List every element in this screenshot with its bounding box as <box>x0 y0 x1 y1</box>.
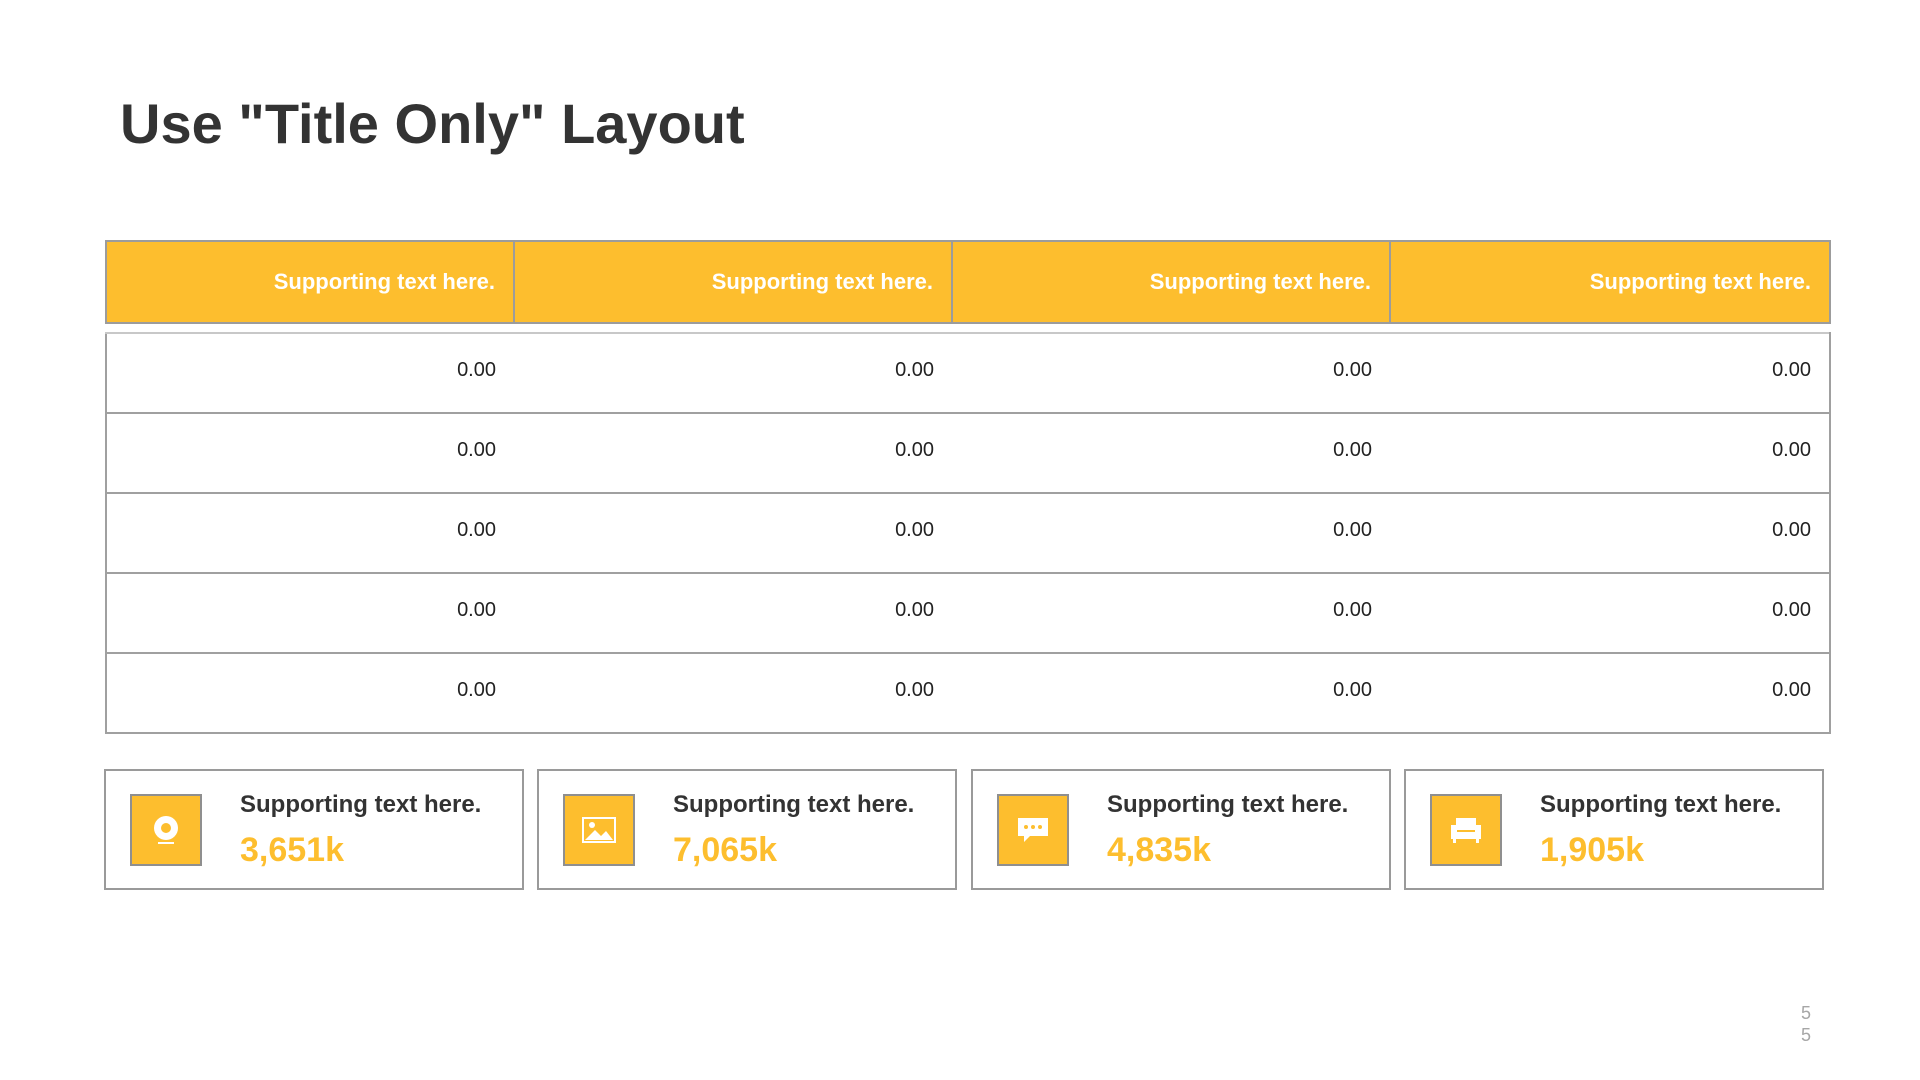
card-label: Supporting text here. <box>240 791 482 818</box>
table-cell: 0.00 <box>105 332 514 414</box>
table-cell: 0.00 <box>1390 412 1831 494</box>
table-row: 0.00 0.00 0.00 0.00 <box>105 332 1831 414</box>
table-cell: 0.00 <box>952 572 1390 654</box>
card-value: 1,905k <box>1540 831 1644 869</box>
table-row: 0.00 0.00 0.00 0.00 <box>105 412 1831 494</box>
table-cell: 0.00 <box>1390 652 1831 734</box>
table-row: 0.00 0.00 0.00 0.00 <box>105 652 1831 734</box>
table-cell: 0.00 <box>952 492 1390 574</box>
stat-cards: Supporting text here. 3,651k Supporting … <box>104 769 1830 890</box>
slide-title: Use "Title Only" Layout <box>120 92 745 155</box>
table-cell: 0.00 <box>514 652 952 734</box>
table-cell: 0.00 <box>105 652 514 734</box>
stat-card: Supporting text here. 3,651k <box>104 769 524 890</box>
image-icon <box>563 794 635 866</box>
stat-card: Supporting text here. 4,835k <box>971 769 1391 890</box>
webcam-icon <box>130 794 202 866</box>
table-row: 0.00 0.00 0.00 0.00 <box>105 492 1831 574</box>
card-label: Supporting text here. <box>1540 791 1782 818</box>
data-table: Supporting text here. Supporting text he… <box>105 240 1831 734</box>
table-cell: 0.00 <box>1390 332 1831 414</box>
table-cell: 0.00 <box>514 572 952 654</box>
stat-card: Supporting text here. 7,065k <box>537 769 957 890</box>
column-header: Supporting text here. <box>513 240 953 324</box>
table-cell: 0.00 <box>514 412 952 494</box>
card-value: 4,835k <box>1107 831 1211 869</box>
table-cell: 0.00 <box>514 492 952 574</box>
table-cell: 0.00 <box>105 572 514 654</box>
table-cell: 0.00 <box>952 652 1390 734</box>
card-label: Supporting text here. <box>1107 791 1349 818</box>
column-header: Supporting text here. <box>105 240 515 324</box>
table-cell: 0.00 <box>105 492 514 574</box>
table-cell: 0.00 <box>1390 572 1831 654</box>
slide: Use "Title Only" Layout Supporting text … <box>0 0 1920 1080</box>
column-header: Supporting text here. <box>951 240 1391 324</box>
table-cell: 0.00 <box>952 412 1390 494</box>
table-cell: 0.00 <box>514 332 952 414</box>
table-header-row: Supporting text here. Supporting text he… <box>105 240 1831 324</box>
table-cell: 0.00 <box>1390 492 1831 574</box>
table-cell: 0.00 <box>105 412 514 494</box>
card-value: 7,065k <box>673 831 777 869</box>
table-row: 0.00 0.00 0.00 0.00 <box>105 572 1831 654</box>
armchair-icon <box>1430 794 1502 866</box>
page-number: 55 <box>1800 1003 1811 1045</box>
column-header: Supporting text here. <box>1389 240 1831 324</box>
table-cell: 0.00 <box>952 332 1390 414</box>
stat-card: Supporting text here. 1,905k <box>1404 769 1824 890</box>
chat-bubble-icon <box>997 794 1069 866</box>
card-label: Supporting text here. <box>673 791 915 818</box>
table-spacer <box>106 323 1830 333</box>
card-value: 3,651k <box>240 831 344 869</box>
